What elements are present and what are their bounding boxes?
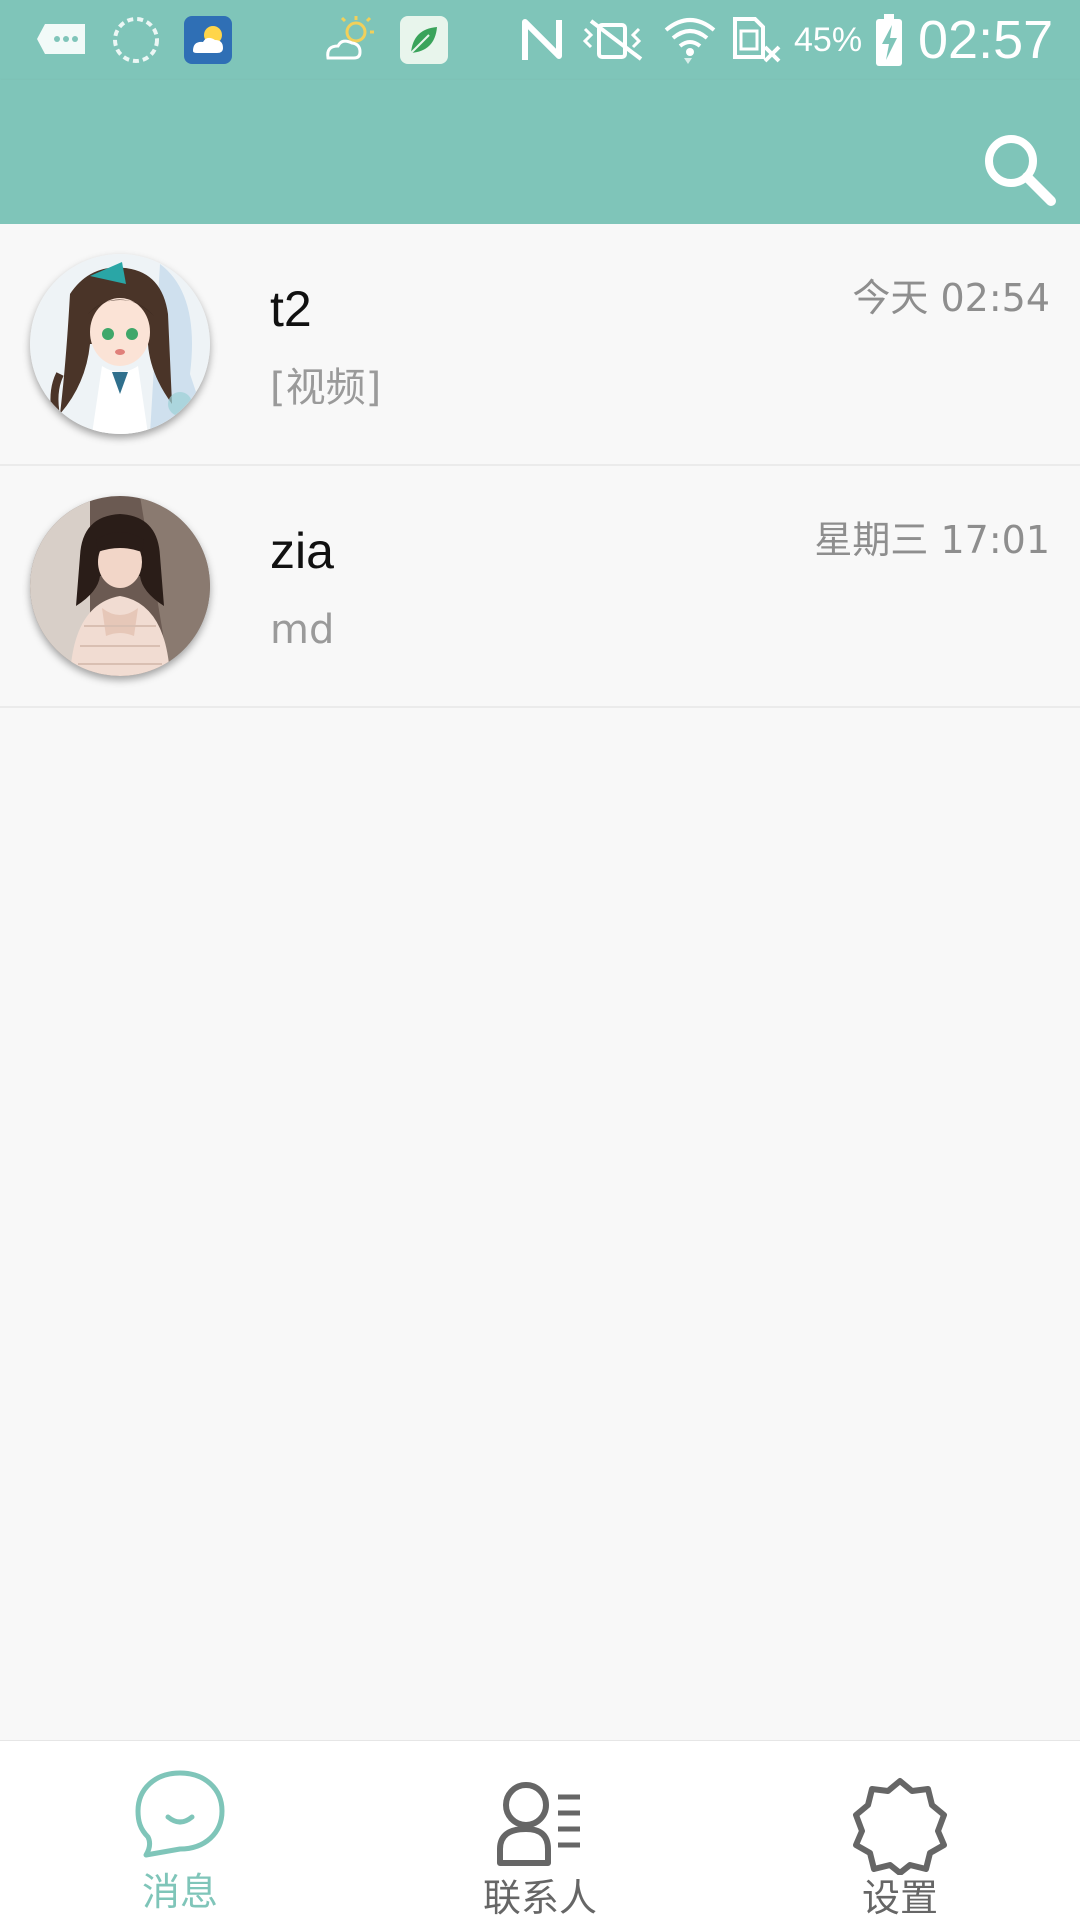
conversation-time: 星期三 17:01 — [814, 518, 1050, 562]
tab-settings[interactable]: 设置 — [720, 1741, 1080, 1920]
conversation-preview: md — [270, 607, 335, 653]
app-leaf-icon — [398, 10, 450, 70]
settings-gear-icon — [850, 1775, 950, 1875]
vibrate-mute-icon — [578, 10, 650, 70]
anime-girl-avatar — [30, 254, 210, 434]
search-button[interactable] — [972, 122, 1066, 216]
conversation-list: t2 今天 02:54 [视频] zia 星期三 17:01 md — [0, 224, 1080, 708]
wifi-icon — [662, 10, 718, 70]
avatar[interactable] — [30, 254, 210, 434]
tab-messages[interactable]: 消息 — [0, 1741, 360, 1920]
nfc-icon — [518, 10, 566, 70]
app-bar — [0, 80, 1080, 224]
status-bar: 45% 02:57 — [0, 0, 1080, 80]
photo-girl-avatar — [30, 496, 210, 676]
conversation-item-zia[interactable]: zia 星期三 17:01 md — [0, 466, 1080, 708]
conversation-time: 今天 02:54 — [852, 276, 1050, 320]
bottom-nav: 消息 联系人 设置 — [0, 1740, 1080, 1920]
tab-contacts[interactable]: 联系人 — [360, 1741, 720, 1920]
tab-messages-label: 消息 — [141, 1870, 218, 1914]
chat-bubble-icon — [130, 1765, 230, 1865]
conversation-name: t2 — [270, 281, 312, 337]
conversation-item-t2[interactable]: t2 今天 02:54 [视频] — [0, 224, 1080, 466]
weather-app-icon — [182, 10, 234, 70]
search-icon — [985, 135, 1056, 206]
tab-settings-label: 设置 — [861, 1876, 938, 1920]
tab-contacts-label: 联系人 — [482, 1876, 597, 1920]
loading-ring-icon — [108, 10, 164, 70]
status-clock: 02:57 — [918, 10, 1054, 70]
battery-percent: 45% — [794, 21, 863, 59]
sunny-cloudy-icon — [322, 10, 378, 70]
screen: 45% 02:57 t2 今天 02:54 [视频] zia 星期三 17:01… — [0, 0, 1080, 1920]
avatar[interactable] — [30, 496, 210, 676]
no-sim-icon — [730, 10, 784, 70]
battery-charging-icon — [872, 10, 906, 70]
contacts-icon — [490, 1775, 590, 1875]
message-notification-icon — [34, 10, 90, 70]
conversation-preview: [视频] — [270, 365, 382, 411]
conversation-name: zia — [270, 523, 334, 579]
